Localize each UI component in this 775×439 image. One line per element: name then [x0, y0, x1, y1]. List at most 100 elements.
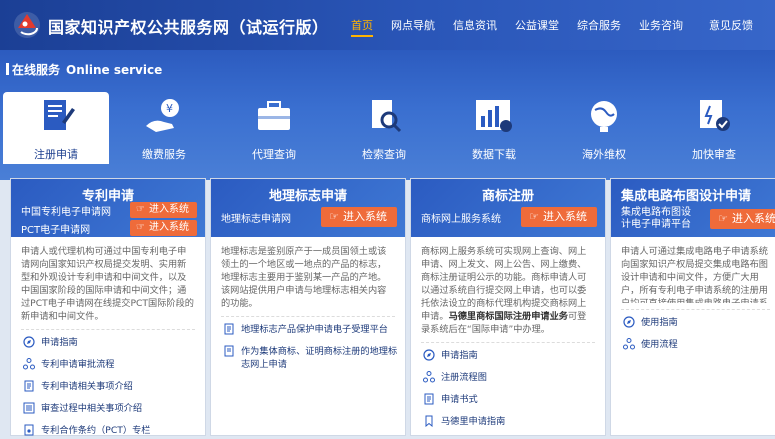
- nav-feedback[interactable]: 意见反馈: [709, 17, 753, 37]
- card-integrated-circuit: 集成电路布图设计申请 集成电路布图设计电子申请平台 ☞ 进入系统 申请人可通过集成…: [610, 178, 775, 436]
- site-title[interactable]: 国家知识产权公共服务网（试运行版）: [48, 14, 329, 38]
- card-geographical-indication: 地理标志申请 地理标志申请网 ☞ 进入系统 地理标志是鉴别原产于一成员国领土或该领…: [210, 178, 406, 436]
- enter-system-button[interactable]: ☞ 进入系统: [130, 202, 197, 218]
- tab-label: 数据下载: [472, 148, 516, 161]
- tab-fast-review[interactable]: 加快审查: [659, 92, 769, 164]
- nav-outlet-guide[interactable]: 网点导航: [391, 17, 435, 37]
- flow-icon: [423, 371, 435, 383]
- card-header: 集成电路布图设计申请 集成电路布图设计电子申请平台 ☞ 进入系统: [611, 179, 775, 237]
- card-header: 地理标志申请 地理标志申请网 ☞ 进入系统: [211, 179, 405, 237]
- tab-registration[interactable]: 注册申请: [3, 92, 109, 164]
- cnipa-logo-icon[interactable]: [12, 10, 42, 40]
- link-item[interactable]: 注册流程图: [423, 371, 605, 384]
- link-item[interactable]: 专利申请审批流程: [23, 358, 205, 371]
- button-label: 进入系统: [543, 210, 587, 223]
- sub-row: 商标网上服务系统 ☞ 进入系统: [421, 207, 597, 227]
- link-list: 地理标志产品保护申请电子受理平台 作为集体商标、证明商标注册的地理标志网上申请: [211, 317, 405, 371]
- tab-overseas-rights[interactable]: 海外维权: [549, 92, 659, 164]
- globe-icon: [591, 101, 617, 132]
- card-title: 集成电路布图设计申请: [621, 189, 752, 204]
- enter-system-button[interactable]: ☞ 进入系统: [321, 207, 397, 227]
- link-item[interactable]: 申请指南: [23, 336, 205, 349]
- link-item[interactable]: 使用流程: [623, 338, 775, 351]
- svg-text:¥: ¥: [166, 102, 173, 115]
- link-item[interactable]: 使用指南: [623, 316, 775, 329]
- link-label: 审查过程中相关事项介绍: [41, 403, 143, 414]
- enter-arrow-icon: ☞: [136, 222, 145, 233]
- link-label: 马德里申请指南: [441, 416, 506, 427]
- service-tabs: 注册申请 ¥ 缴费服务 代理查询 检索查询 数据下载 海外维权 加快审查: [0, 92, 775, 164]
- card-header: 商标注册 商标网上服务系统 ☞ 进入系统: [411, 179, 605, 237]
- bookmark-icon: [425, 415, 433, 427]
- tab-payment[interactable]: ¥ 缴费服务: [109, 92, 219, 164]
- nav-public-classroom[interactable]: 公益课堂: [515, 17, 559, 37]
- link-item[interactable]: 申请指南: [423, 349, 605, 362]
- nav-news[interactable]: 信息资讯: [453, 17, 497, 37]
- button-label: 进入系统: [343, 210, 387, 223]
- nav-consulting[interactable]: 业务咨询: [639, 17, 683, 37]
- card-description: 商标网上服务系统可实现网上查询、网上申请、网上发文、网上公告、网上缴费、商标注册…: [411, 237, 605, 336]
- card-title: 商标注册: [481, 189, 534, 204]
- link-item[interactable]: 申请书式: [423, 393, 605, 406]
- card-patent: 专利申请 中国专利电子申请网 ☞ 进入系统 PCT电子申请网 ☞ 进入系统 申请人或…: [10, 178, 206, 436]
- document-icon: [224, 345, 234, 357]
- link-label: 专利申请相关事项介绍: [41, 381, 133, 392]
- link-item[interactable]: 马德里申请指南: [423, 415, 605, 428]
- link-item[interactable]: 专利申请相关事项介绍: [23, 380, 205, 393]
- sub-row: 集成电路布图设计电子申请平台 ☞ 进入系统: [621, 206, 775, 232]
- enter-system-button[interactable]: ☞ 进入系统: [710, 209, 775, 229]
- tab-agency-query[interactable]: 代理查询: [219, 92, 329, 164]
- card-trademark: 商标注册 商标网上服务系统 ☞ 进入系统 商标网上服务系统可实现网上查询、网上申请…: [410, 178, 606, 436]
- link-label: 使用指南: [641, 317, 678, 328]
- button-label: 进入系统: [732, 212, 775, 225]
- card-description: 地理标志是鉴别原产于一成员国领土或该领土的一个地区或一地点的产品的标志，地理标志…: [221, 246, 387, 309]
- nav-services[interactable]: 综合服务: [577, 17, 621, 37]
- document-icon: [24, 380, 34, 392]
- sub-row: 地理标志申请网 ☞ 进入系统: [221, 207, 397, 227]
- sub-row: PCT电子申请网 ☞ 进入系统: [21, 219, 197, 237]
- tab-label: 注册申请: [34, 148, 78, 161]
- briefcase-icon: [258, 101, 290, 130]
- nav-home[interactable]: 首页: [351, 17, 373, 37]
- link-list: 申请指南 注册流程图 申请书式 马德里申请指南: [411, 343, 605, 428]
- tab-label: 代理查询: [252, 148, 296, 161]
- flow-icon: [623, 338, 635, 350]
- link-item[interactable]: 作为集体商标、证明商标注册的地理标志网上申请: [223, 345, 405, 371]
- tab-data-download[interactable]: 数据下载: [439, 92, 549, 164]
- button-label: 进入系统: [149, 204, 189, 215]
- sub-label: PCT电子申请网: [21, 224, 91, 236]
- enter-system-button[interactable]: ☞ 进入系统: [521, 207, 597, 227]
- list-icon: [23, 402, 35, 414]
- fast-check-icon: [700, 100, 730, 131]
- document-pen-icon: [44, 100, 75, 130]
- document-icon: [424, 393, 434, 405]
- tab-label: 加快审查: [692, 148, 736, 161]
- link-label: 专利合作条约（PCT）专栏: [41, 425, 151, 436]
- top-header: 国家知识产权公共服务网（试运行版） 首页 网点导航 信息资讯 公益课堂 综合服务…: [0, 0, 775, 50]
- compass-icon: [23, 336, 35, 348]
- link-item[interactable]: 专利合作条约（PCT）专栏: [23, 424, 205, 437]
- desc-emphasis: 马德里商标国际注册申请业务: [448, 311, 568, 322]
- section-heading: 在线服务 Online service: [6, 61, 162, 78]
- link-list: 申请指南 专利申请审批流程 专利申请相关事项介绍 审查过程中相关事项介绍 专利合…: [11, 330, 205, 437]
- sub-row: 中国专利电子申请网 ☞ 进入系统: [21, 201, 197, 219]
- bar-chart-icon: [476, 100, 512, 132]
- link-list: 使用指南 使用流程: [611, 310, 775, 351]
- card-description: 申请人或代理机构可通过中国专利电子申请网向国家知识产权局提交发明、实用新型和外观…: [21, 246, 194, 322]
- flow-icon: [23, 358, 35, 370]
- section-heading-en: Online service: [66, 63, 163, 77]
- card-title: 地理标志申请: [268, 189, 347, 204]
- card-description: 申请人可通过集成电路电子申请系统向国家知识产权局提交集成电路布图设计申请和中间文…: [621, 246, 768, 303]
- tab-label: 缴费服务: [142, 148, 186, 161]
- enter-arrow-icon: ☞: [718, 212, 728, 225]
- sub-label: 集成电路布图设计电子申请平台: [621, 207, 691, 230]
- link-item[interactable]: 审查过程中相关事项介绍: [23, 402, 205, 415]
- link-label: 申请书式: [441, 394, 478, 405]
- link-label: 注册流程图: [441, 372, 487, 383]
- tab-search-query[interactable]: 检索查询: [329, 92, 439, 164]
- sub-label: 商标网上服务系统: [421, 213, 501, 225]
- link-label: 地理标志产品保护申请电子受理平台: [241, 324, 388, 335]
- enter-system-button[interactable]: ☞ 进入系统: [130, 220, 197, 236]
- link-item[interactable]: 地理标志产品保护申请电子受理平台: [223, 323, 405, 336]
- link-label: 作为集体商标、证明商标注册的地理标志网上申请: [241, 346, 398, 370]
